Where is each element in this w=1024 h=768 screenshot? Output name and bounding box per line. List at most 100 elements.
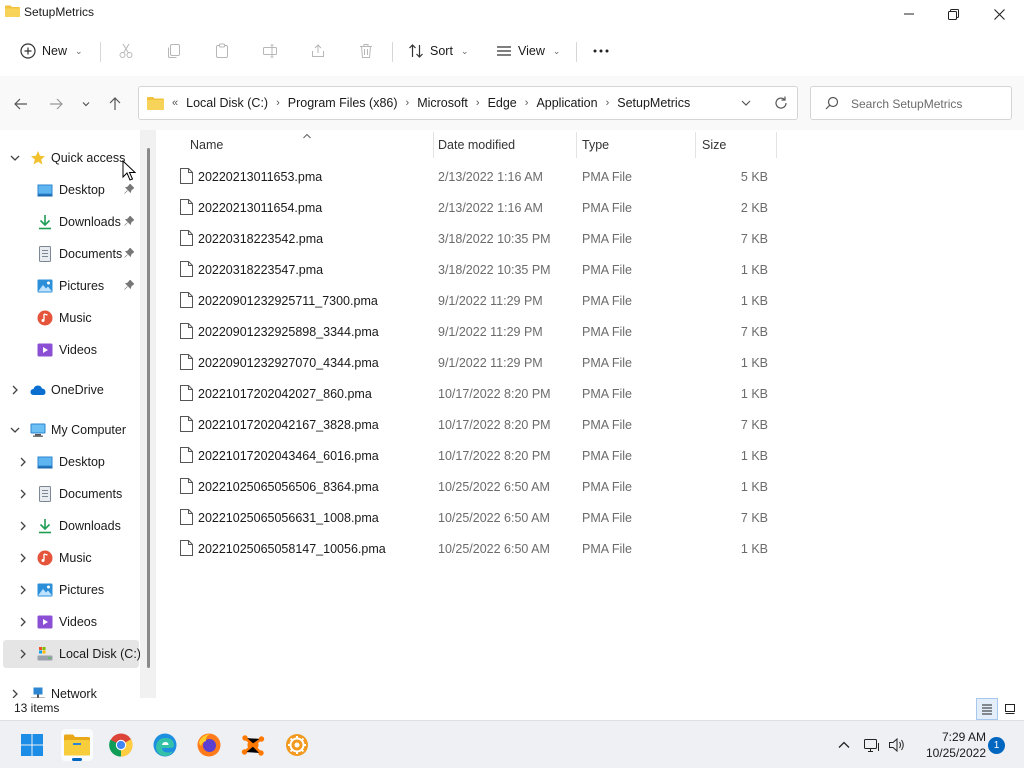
- breadcrumb-local-disk[interactable]: Local Disk (C:): [186, 96, 268, 110]
- address-bar[interactable]: « Local Disk (C:) › Program Files (x86) …: [138, 86, 798, 120]
- copy-button[interactable]: [166, 36, 182, 66]
- file-row[interactable]: 20220318223542.pma 3/18/2022 10:35 PM PMA …: [158, 223, 778, 254]
- taskbar-file-explorer[interactable]: [61, 729, 93, 761]
- chevron-down-icon[interactable]: [8, 151, 22, 165]
- chevron-right-icon[interactable]: [16, 583, 30, 597]
- maximize-button[interactable]: [930, 0, 976, 28]
- sidebar-item-mc-videos[interactable]: Videos: [3, 608, 139, 636]
- see-more-button[interactable]: [592, 36, 610, 66]
- chevron-right-icon[interactable]: [16, 615, 30, 629]
- file-row[interactable]: 20221025065056631_1008.pma 10/25/2022 6:5…: [158, 502, 778, 533]
- file-row[interactable]: 20221017202042027_860.pma 10/17/2022 8:20…: [158, 378, 778, 409]
- file-row[interactable]: 20220318223547.pma 3/18/2022 10:35 PM PMA …: [158, 254, 778, 285]
- taskbar-chrome[interactable]: [105, 729, 137, 761]
- back-button[interactable]: [9, 92, 33, 116]
- new-button[interactable]: New ⌄: [20, 36, 83, 66]
- taskbar-avast[interactable]: [237, 729, 269, 761]
- file-row[interactable]: 20220901232925711_7300.pma 9/1/2022 11:29…: [158, 285, 778, 316]
- file-row[interactable]: 20220901232925898_3344.pma 9/1/2022 11:29…: [158, 316, 778, 347]
- breadcrumb-overflow[interactable]: «: [172, 97, 178, 109]
- sidebar-item-qa-pictures[interactable]: Pictures: [3, 272, 139, 300]
- recent-locations-button[interactable]: [74, 92, 98, 116]
- chevron-right-icon[interactable]: [8, 687, 22, 698]
- sidebar-item-qa-videos[interactable]: Videos: [3, 336, 139, 364]
- sidebar-item-mc-music[interactable]: Music: [3, 544, 139, 572]
- sort-button[interactable]: Sort ⌄: [408, 36, 468, 66]
- file-row[interactable]: 20221017202043464_6016.pma 10/17/2022 8:2…: [158, 440, 778, 471]
- file-row[interactable]: 20220213011653.pma 2/13/2022 1:16 AM PMA F…: [158, 161, 778, 192]
- chevron-right-icon[interactable]: [16, 487, 30, 501]
- tray-network-button[interactable]: [862, 735, 882, 755]
- sidebar-item-qa-downloads[interactable]: Downloads: [3, 208, 139, 236]
- view-button[interactable]: View ⌄: [496, 36, 560, 66]
- file-row[interactable]: 20221025065058147_10056.pma 10/25/2022 6:…: [158, 533, 778, 564]
- refresh-icon[interactable]: [773, 95, 789, 111]
- details-view-button[interactable]: [976, 698, 998, 720]
- sidebar-item-network[interactable]: Network: [3, 680, 139, 698]
- tray-volume-button[interactable]: [887, 735, 907, 755]
- file-icon: [180, 292, 193, 308]
- forward-button[interactable]: [44, 92, 68, 116]
- chevron-down-icon[interactable]: [8, 423, 22, 437]
- search-box[interactable]: Search SetupMetrics: [810, 86, 1012, 120]
- mouse-cursor-icon: [122, 160, 136, 181]
- taskbar-firefox[interactable]: [193, 729, 225, 761]
- notification-badge[interactable]: 1: [988, 737, 1005, 754]
- file-row[interactable]: 20221025065056506_8364.pma 10/25/2022 6:5…: [158, 471, 778, 502]
- sidebar-item-mc-documents[interactable]: Documents: [3, 480, 139, 508]
- chevron-right-icon[interactable]: [8, 383, 22, 397]
- share-icon: [312, 44, 324, 57]
- chevron-right-icon[interactable]: [16, 551, 30, 565]
- up-button[interactable]: [103, 92, 127, 116]
- taskbar-settings-app[interactable]: [281, 729, 313, 761]
- large-icons-view-button[interactable]: [999, 698, 1021, 720]
- rename-button[interactable]: [262, 36, 278, 66]
- sidebar-item-mc-desktop[interactable]: Desktop: [3, 448, 139, 476]
- close-button[interactable]: [976, 0, 1022, 28]
- sidebar-item-quick-access[interactable]: Quick access: [3, 144, 139, 172]
- column-header-date[interactable]: Date modified: [432, 130, 576, 160]
- minimize-button[interactable]: [886, 0, 932, 28]
- chevron-right-icon[interactable]: ›: [406, 97, 410, 109]
- sidebar-item-local-disk[interactable]: Local Disk (C:): [3, 640, 141, 668]
- tray-overflow-button[interactable]: [834, 735, 854, 755]
- file-name: 20221025065056631_1008.pma: [198, 511, 379, 525]
- chevron-right-icon[interactable]: ›: [606, 97, 610, 109]
- breadcrumb-edge[interactable]: Edge: [488, 96, 517, 110]
- breadcrumb-setupmetrics[interactable]: SetupMetrics: [617, 96, 690, 110]
- sidebar-item-mc-pictures[interactable]: Pictures: [3, 576, 139, 604]
- breadcrumb-program-files[interactable]: Program Files (x86): [288, 96, 398, 110]
- share-button[interactable]: [310, 36, 326, 66]
- file-row[interactable]: 20220213011654.pma 2/13/2022 1:16 AM PMA F…: [158, 192, 778, 223]
- taskbar-edge[interactable]: [149, 729, 181, 761]
- chevron-right-icon[interactable]: [16, 455, 30, 469]
- navigation-row: « Local Disk (C:) › Program Files (x86) …: [0, 76, 1024, 130]
- chevron-right-icon[interactable]: [16, 519, 30, 533]
- sidebar-item-my-computer[interactable]: My Computer: [3, 416, 139, 444]
- breadcrumb-microsoft[interactable]: Microsoft: [417, 96, 468, 110]
- column-header-type[interactable]: Type: [576, 130, 694, 160]
- sidebar-item-qa-desktop[interactable]: Desktop: [3, 176, 139, 204]
- file-row[interactable]: 20221017202042167_3828.pma 10/17/2022 8:2…: [158, 409, 778, 440]
- chevron-right-icon[interactable]: ›: [276, 97, 280, 109]
- column-header-size[interactable]: Size: [696, 130, 776, 160]
- start-button[interactable]: [16, 729, 48, 761]
- chevron-right-icon[interactable]: [16, 647, 30, 661]
- column-divider[interactable]: [776, 132, 777, 158]
- taskbar-clock[interactable]: 7:29 AM 10/25/2022: [916, 729, 986, 761]
- delete-button[interactable]: [358, 36, 374, 66]
- chevron-right-icon[interactable]: ›: [476, 97, 480, 109]
- sidebar-item-onedrive[interactable]: OneDrive: [3, 376, 139, 404]
- paste-button[interactable]: [214, 36, 230, 66]
- scrollbar-thumb[interactable]: [147, 148, 150, 668]
- breadcrumb-application[interactable]: Application: [536, 96, 597, 110]
- videos-icon: [37, 343, 53, 357]
- sidebar-scrollbar[interactable]: [140, 130, 156, 698]
- chevron-right-icon[interactable]: ›: [525, 97, 529, 109]
- file-row[interactable]: 20220901232927070_4344.pma 9/1/2022 11:29…: [158, 347, 778, 378]
- cut-button[interactable]: [118, 36, 134, 66]
- address-history-chevron-icon[interactable]: [739, 96, 753, 110]
- sidebar-item-qa-documents[interactable]: Documents: [3, 240, 139, 268]
- sidebar-item-mc-downloads[interactable]: Downloads: [3, 512, 139, 540]
- sidebar-item-qa-music[interactable]: Music: [3, 304, 139, 332]
